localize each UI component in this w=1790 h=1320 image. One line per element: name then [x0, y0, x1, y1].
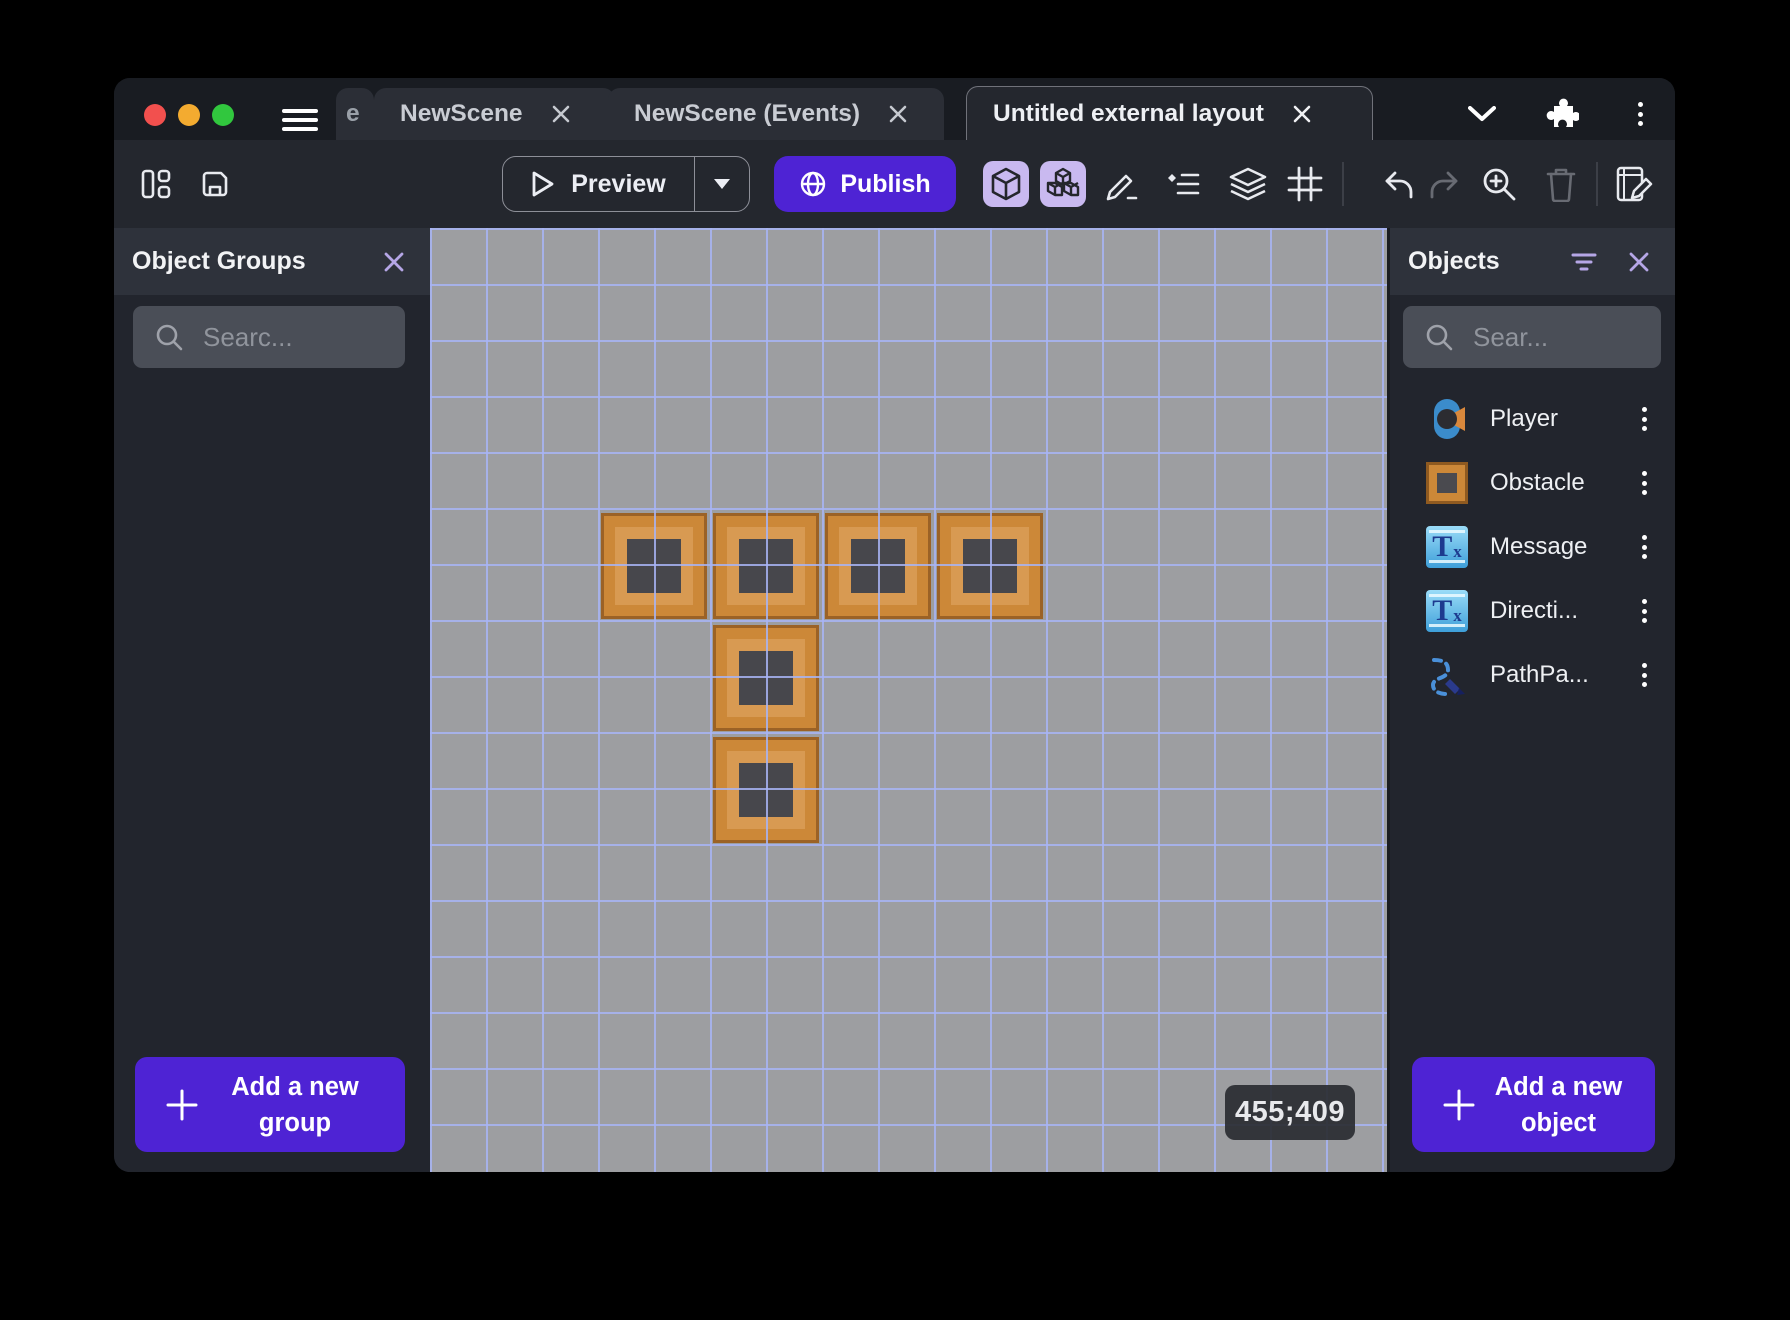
obstacle-instance[interactable] — [713, 625, 819, 731]
list-item-directions[interactable]: Tx Directi... — [1390, 579, 1675, 643]
extensions-puzzle-icon[interactable] — [1539, 94, 1585, 134]
search-icon — [1426, 324, 1453, 351]
objects-header: Objects — [1390, 228, 1675, 295]
edit-objects-blocks-icon[interactable] — [1040, 161, 1086, 207]
window-controls — [144, 104, 234, 126]
obstacle-tile-icon — [1426, 462, 1468, 504]
close-window-button[interactable] — [144, 104, 166, 126]
search-input[interactable] — [201, 320, 391, 354]
tab-label: e — [346, 100, 360, 127]
open-project-manager-icon[interactable] — [134, 162, 178, 206]
obstacle-instance[interactable] — [601, 513, 707, 619]
canvas-grid — [430, 228, 1387, 1172]
more-options-kebab-icon[interactable] — [1617, 94, 1663, 134]
redo-icon — [1422, 162, 1466, 206]
panel-title: Objects — [1408, 247, 1500, 275]
app-window: e NewScene NewScene (Events) Untitled ex… — [114, 78, 1675, 1172]
plus-icon — [1443, 1089, 1475, 1120]
plus-icon — [166, 1089, 198, 1120]
tab-bar: e NewScene NewScene (Events) Untitled ex… — [114, 78, 1675, 140]
cursor-coordinates-badge: 455;409 — [1225, 1085, 1355, 1140]
objects-panel: Objects Sear... Player Obstacle T x Mess… — [1390, 228, 1675, 1172]
tab-label: NewScene (Events) — [634, 100, 861, 127]
scene-canvas[interactable]: 455;409 — [430, 228, 1387, 1172]
close-panel-icon[interactable] — [1627, 250, 1651, 274]
editor-content: Object Groups Add a new group — [114, 228, 1675, 1172]
object-options-kebab-icon[interactable] — [1642, 535, 1647, 559]
zoom-in-icon[interactable] — [1477, 162, 1521, 206]
undo-icon[interactable] — [1377, 162, 1421, 206]
preview-label: Preview — [571, 169, 666, 198]
object-options-kebab-icon[interactable] — [1642, 407, 1647, 431]
close-panel-icon[interactable] — [382, 250, 406, 274]
tab-newscene-events[interactable]: NewScene (Events) — [608, 88, 944, 140]
main-toolbar: Preview Publish — [114, 140, 1675, 228]
close-tab-icon[interactable] — [541, 94, 581, 134]
list-item-pathpaint[interactable]: PathPa... — [1390, 643, 1675, 707]
tab-label: NewScene — [400, 100, 523, 127]
list-item-obstacle[interactable]: Obstacle — [1390, 451, 1675, 515]
layers-icon[interactable] — [1226, 162, 1270, 206]
object-options-kebab-icon[interactable] — [1642, 599, 1647, 623]
text-object-icon: Tx — [1426, 526, 1468, 568]
publish-button[interactable]: Publish — [774, 156, 956, 212]
tab-newscene[interactable]: NewScene — [374, 88, 615, 140]
object-options-kebab-icon[interactable] — [1642, 471, 1647, 495]
play-icon — [532, 171, 554, 197]
player-sprite-icon — [1426, 398, 1468, 440]
list-item-player[interactable]: Player — [1390, 387, 1675, 451]
zoom-window-button[interactable] — [212, 104, 234, 126]
add-object-label: Add a new object — [1494, 1072, 1623, 1137]
tab-clipped[interactable]: e — [336, 88, 374, 140]
text-object-icon: Tx — [1426, 590, 1468, 632]
preview-button[interactable]: Preview — [502, 156, 750, 212]
obstacle-instance[interactable] — [713, 513, 819, 619]
obstacle-instance[interactable] — [825, 513, 931, 619]
path-paint-icon — [1426, 654, 1468, 696]
grid-snap-icon[interactable] — [1283, 162, 1327, 206]
filter-icon[interactable] — [1571, 252, 1597, 272]
close-tab-icon[interactable] — [1282, 94, 1322, 134]
objects-search[interactable] — [1403, 306, 1661, 368]
save-icon[interactable] — [193, 162, 237, 206]
obstacle-instance[interactable] — [713, 737, 819, 843]
objects-list: Player Obstacle Tx Message T x Directi..… — [1390, 387, 1675, 707]
panel-title: Object Groups — [132, 247, 306, 275]
delete-trash-icon — [1539, 162, 1583, 206]
search-icon — [156, 324, 183, 351]
edit-pencil-icon[interactable] — [1100, 162, 1144, 206]
add-new-group-button[interactable]: Add a new group — [135, 1057, 405, 1152]
tab-untitled-external-layout[interactable]: Untitled external layout — [966, 86, 1373, 140]
preview-options-dropdown[interactable] — [694, 157, 749, 211]
object-groups-header: Object Groups — [114, 228, 430, 295]
object-groups-search[interactable] — [133, 306, 405, 368]
close-tab-icon[interactable] — [878, 94, 918, 134]
add-group-label: Add a new group — [231, 1072, 359, 1137]
edit-properties-notebook-icon[interactable] — [1612, 162, 1656, 206]
list-item-message[interactable]: Tx Message — [1390, 515, 1675, 579]
main-menu-icon[interactable] — [282, 109, 318, 131]
minimize-window-button[interactable] — [178, 104, 200, 126]
search-input[interactable] — [1471, 320, 1647, 354]
globe-icon — [801, 171, 826, 197]
object-groups-panel: Object Groups Add a new group — [114, 228, 430, 1172]
publish-label: Publish — [840, 169, 931, 198]
instances-list-icon[interactable] — [1161, 162, 1205, 206]
caret-down-icon — [714, 179, 730, 189]
tab-list-chevron-down-icon[interactable] — [1459, 94, 1505, 134]
tab-label: Untitled external layout — [993, 99, 1264, 127]
add-new-object-button[interactable]: Add a new object — [1412, 1057, 1655, 1152]
object-options-kebab-icon[interactable] — [1642, 663, 1647, 687]
obstacle-instance[interactable] — [937, 513, 1043, 619]
edit-scene-3d-cube-icon[interactable] — [983, 161, 1029, 207]
